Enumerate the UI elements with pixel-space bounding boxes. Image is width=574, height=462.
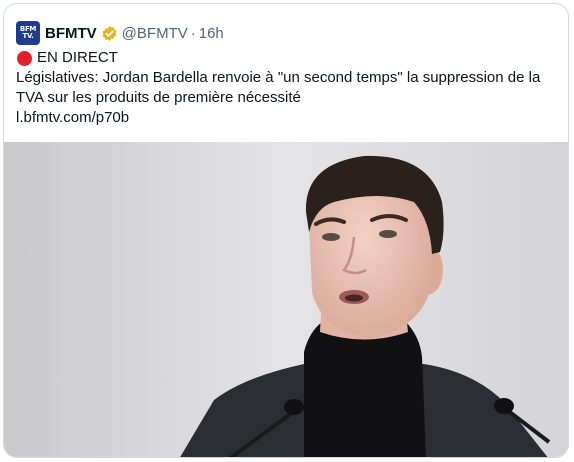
avatar-text-line2: TV.: [22, 32, 34, 40]
live-line: EN DIRECT: [16, 48, 561, 68]
handle[interactable]: @BFMTV: [122, 25, 188, 42]
tweet-link[interactable]: l.bfmtv.com/p70b: [16, 109, 129, 126]
photo-image: [4, 142, 568, 457]
tweet-header: BFM TV. BFMTV @BFMTV · 16h: [16, 21, 224, 45]
avatar[interactable]: BFM TV.: [16, 21, 40, 45]
tweet-card[interactable]: BFM TV. BFMTV @BFMTV · 16h EN DIRECT Lég…: [3, 3, 569, 458]
tweet-body: EN DIRECT Législatives: Jordan Bardella …: [16, 48, 561, 128]
tweet-photo[interactable]: [4, 142, 568, 457]
tweet-text: Législatives: Jordan Bardella renvoie à …: [16, 69, 541, 106]
verified-badge-icon: [102, 25, 117, 41]
live-label: EN DIRECT: [37, 49, 118, 66]
red-circle-icon: [17, 50, 32, 66]
display-name[interactable]: BFMTV: [45, 25, 97, 42]
separator-dot: ·: [190, 24, 196, 42]
timestamp[interactable]: 16h: [199, 25, 224, 42]
